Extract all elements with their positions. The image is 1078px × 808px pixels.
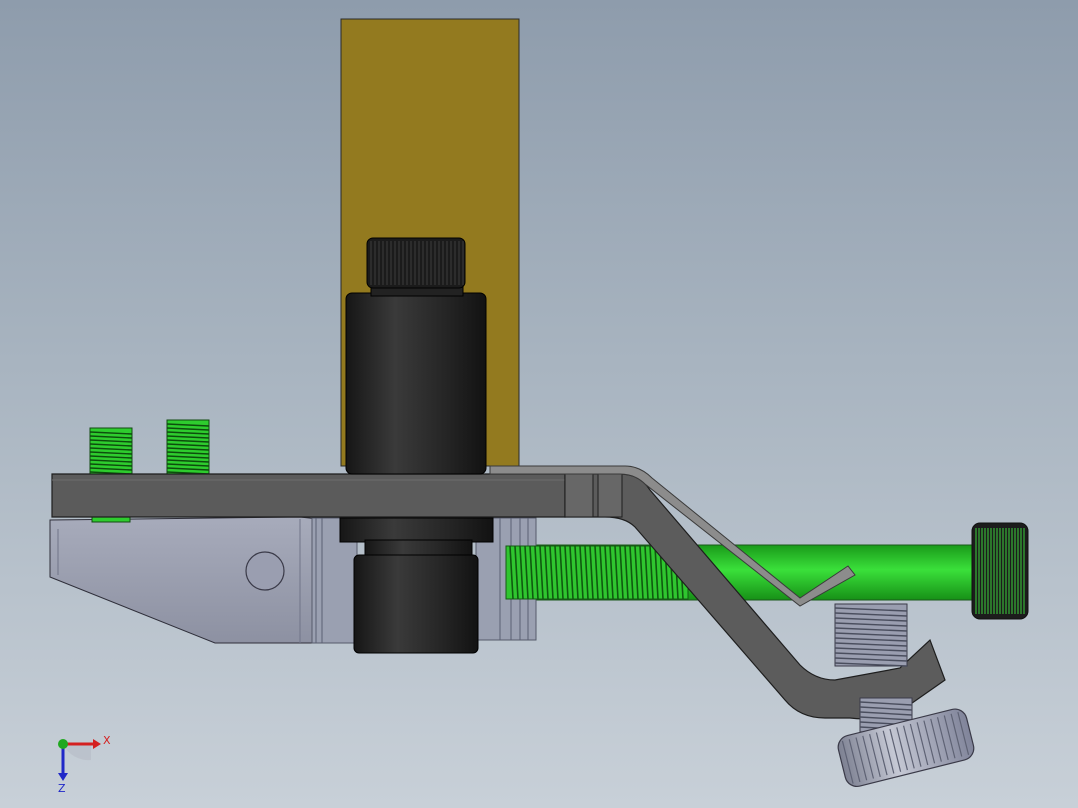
triad-x-label: X xyxy=(103,734,111,747)
top-knurled-nut xyxy=(366,237,466,289)
cad-assembly-view: X Z Y xyxy=(49,18,1029,795)
jaw-pivot-hole xyxy=(245,551,285,591)
orientation-triad: X Z Y xyxy=(58,734,111,795)
upper-cylinder xyxy=(345,279,487,475)
lower-cylinder xyxy=(339,517,494,654)
triad-z-label: Z xyxy=(58,782,66,795)
cad-viewport[interactable]: X Z Y xyxy=(0,0,1078,808)
base-plate xyxy=(51,473,566,518)
set-screw-right xyxy=(166,419,210,475)
